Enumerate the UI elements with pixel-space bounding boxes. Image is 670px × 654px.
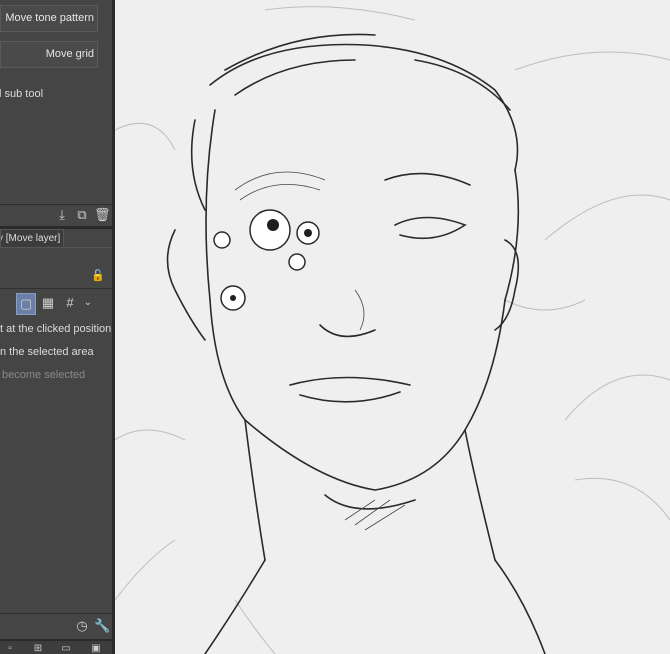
move-tone-pattern-button[interactable]: Move tone pattern xyxy=(0,5,98,32)
options-divider xyxy=(0,288,112,289)
square-select-icon[interactable]: ▢ xyxy=(16,293,36,315)
panel-divider xyxy=(0,204,112,205)
nodes-icon[interactable]: ⊞ xyxy=(30,641,46,654)
reset-icon[interactable]: ◷ xyxy=(74,618,90,634)
lock-icon[interactable]: 🔓 xyxy=(90,268,106,284)
palette-icon[interactable]: ▫ xyxy=(2,641,18,654)
bottom-toolbar: ▫ ⊞ ▭ ▣ xyxy=(0,641,112,654)
sub-tool-text: l sub tool xyxy=(0,88,44,100)
tool-property-panel: Move tone pattern Move grid l sub tool ⤓… xyxy=(0,0,112,654)
tab-underline xyxy=(0,247,112,248)
window-icon[interactable]: ▣ xyxy=(88,641,104,654)
option-become-selected: become selected xyxy=(2,369,86,381)
trash-icon[interactable]: 🗑 xyxy=(94,207,111,223)
portrait-sketch xyxy=(115,6,670,654)
drawing-canvas[interactable] xyxy=(115,0,670,654)
move-grid-button[interactable]: Move grid xyxy=(0,41,98,68)
import-icon[interactable]: ⤓ xyxy=(54,207,70,223)
option-clicked-position: t at the clicked position xyxy=(0,323,112,335)
checker-icon[interactable]: ▦ xyxy=(38,293,58,315)
layers-icon[interactable]: ▭ xyxy=(58,641,74,654)
option-selected-area: n the selected area xyxy=(0,346,94,358)
duplicate-icon[interactable]: ⧉ xyxy=(74,207,90,223)
grid-icon[interactable]: # xyxy=(60,293,80,315)
tab-move-layer[interactable]: y [Move layer] xyxy=(0,229,64,247)
wrench-icon[interactable]: 🔧 xyxy=(94,618,110,634)
footer-divider xyxy=(0,613,112,614)
chevron-down-icon[interactable]: ⌄ xyxy=(80,293,96,315)
